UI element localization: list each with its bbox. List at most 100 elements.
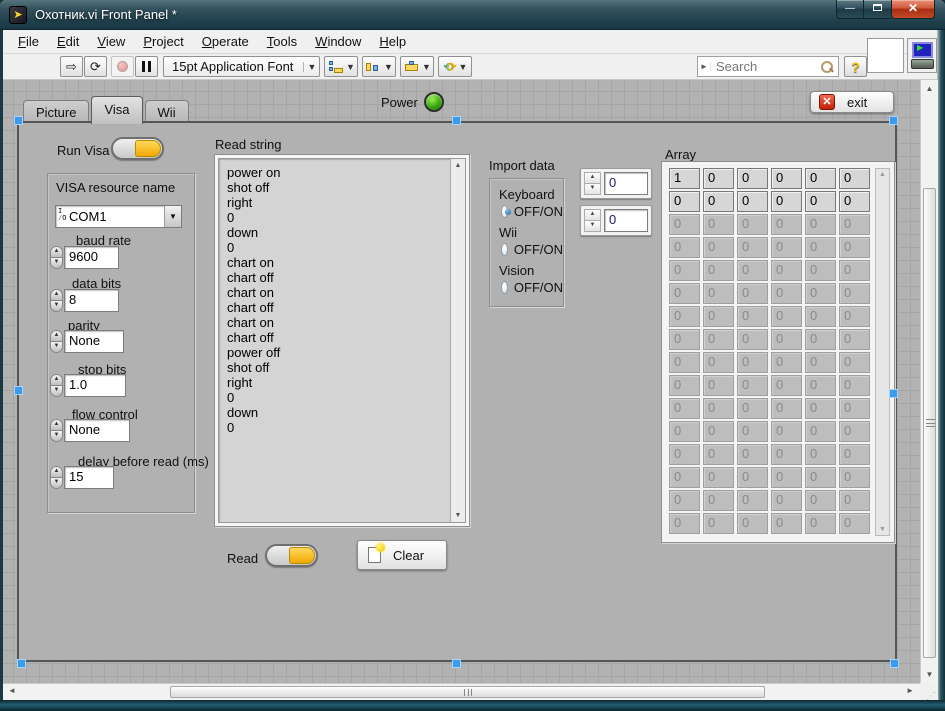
- array-cell[interactable]: 0: [771, 191, 802, 212]
- array-cell[interactable]: 0: [669, 191, 700, 212]
- stop-bits-control[interactable]: ▲▼1.0: [50, 374, 126, 397]
- import-option-wii-radio[interactable]: OFF/ON: [501, 242, 563, 257]
- resize-grip[interactable]: [920, 683, 938, 700]
- index-value-1[interactable]: 0: [604, 172, 648, 195]
- pause-button[interactable]: [135, 56, 158, 77]
- import-option-vision-radio[interactable]: OFF/ON: [501, 280, 563, 295]
- reorder-objects-button[interactable]: ⟲ ⟳ ▼: [438, 56, 472, 77]
- array-cell[interactable]: 1: [669, 168, 700, 189]
- array-cell[interactable]: 0: [737, 191, 768, 212]
- menu-item-edit[interactable]: Edit: [48, 31, 88, 52]
- array-scrollbar[interactable]: ▲ ▼: [875, 168, 890, 536]
- menu-item-tools[interactable]: Tools: [258, 31, 306, 52]
- run-button[interactable]: ⇨: [60, 56, 83, 77]
- array-cell[interactable]: 0: [805, 191, 836, 212]
- array-cell[interactable]: 0: [737, 168, 768, 189]
- index-control-1[interactable]: ▲▼ 0: [580, 168, 652, 199]
- visa-resource-value: COM1: [69, 206, 164, 227]
- exit-button[interactable]: ✕ exit: [810, 91, 894, 113]
- array-cell[interactable]: 0: [703, 191, 734, 212]
- import-option-keyboard-radio[interactable]: OFF/ON: [501, 204, 563, 219]
- run-visa-toggle[interactable]: [111, 137, 164, 160]
- menu-item-project[interactable]: Project: [134, 31, 192, 52]
- spinner-icon[interactable]: ▲▼: [50, 466, 63, 489]
- abort-button[interactable]: [111, 56, 134, 77]
- search-input[interactable]: Search: [711, 59, 820, 74]
- font-selector[interactable]: 15pt Application Font ▼: [163, 56, 320, 77]
- selection-handle[interactable]: [452, 659, 461, 668]
- array-cell: 0: [839, 375, 870, 396]
- array-cell[interactable]: 0: [839, 168, 870, 189]
- delay-before-read-ms--control[interactable]: ▲▼15: [50, 466, 114, 489]
- spinner-icon[interactable]: ▲▼: [50, 330, 63, 353]
- scroll-right-icon[interactable]: ►: [906, 686, 914, 695]
- radio-icon[interactable]: [501, 281, 508, 294]
- power-led[interactable]: [424, 92, 444, 112]
- search-box[interactable]: ► Search: [697, 56, 839, 77]
- array-cell[interactable]: 0: [805, 168, 836, 189]
- menu-item-help[interactable]: Help: [370, 31, 415, 52]
- scroll-down-icon[interactable]: ▼: [451, 512, 465, 519]
- minimize-button[interactable]: —: [836, 0, 864, 19]
- maximize-button[interactable]: [864, 0, 891, 19]
- scroll-up-icon[interactable]: ▲: [451, 162, 465, 169]
- menu-item-window[interactable]: Window: [306, 31, 370, 52]
- horizontal-scrollbar[interactable]: ◄ ►: [3, 683, 920, 700]
- vi-run-state-icon[interactable]: [907, 38, 937, 73]
- spinner-icon[interactable]: ▲▼: [584, 172, 601, 195]
- read-string-label: Read string: [215, 137, 281, 152]
- index-control-2[interactable]: ▲▼ 0: [580, 205, 652, 236]
- scroll-down-icon[interactable]: ▼: [876, 526, 889, 533]
- scroll-down-icon[interactable]: ▼: [921, 670, 938, 679]
- visa-resource-combo[interactable]: I⁄O COM1 ▼: [55, 205, 182, 228]
- resize-objects-button[interactable]: ▼: [400, 56, 434, 77]
- selection-handle[interactable]: [452, 116, 461, 125]
- scroll-up-icon[interactable]: ▲: [876, 171, 889, 178]
- align-objects-button[interactable]: ▼: [324, 56, 358, 77]
- selection-handle[interactable]: [14, 386, 23, 395]
- combo-dropdown-button[interactable]: ▼: [164, 206, 181, 227]
- tab-visa[interactable]: Visa: [91, 96, 142, 124]
- array-cell[interactable]: 0: [839, 191, 870, 212]
- selection-handle[interactable]: [14, 116, 23, 125]
- spinner-icon[interactable]: ▲▼: [584, 209, 601, 232]
- read-string-line: 0: [227, 210, 280, 225]
- scroll-left-icon[interactable]: ◄: [8, 686, 16, 695]
- spinner-icon[interactable]: ▲▼: [50, 289, 63, 312]
- title-bar: ➤ Охотник.vi Front Panel * — ✕: [0, 0, 945, 30]
- spinner-icon[interactable]: ▲▼: [50, 374, 63, 397]
- radio-icon[interactable]: [501, 205, 508, 218]
- array-cell: 0: [669, 352, 700, 373]
- index-value-2[interactable]: 0: [604, 209, 648, 232]
- array-cell: 0: [839, 421, 870, 442]
- spinner-icon[interactable]: ▲▼: [50, 419, 63, 442]
- parity-control[interactable]: ▲▼None: [50, 330, 124, 353]
- spinner-icon[interactable]: ▲▼: [50, 246, 63, 269]
- run-continuously-button[interactable]: ⟳: [84, 56, 107, 77]
- menu-item-operate[interactable]: Operate: [193, 31, 258, 52]
- menu-item-view[interactable]: View: [88, 31, 134, 52]
- selection-handle[interactable]: [889, 389, 898, 398]
- array-cell: 0: [737, 329, 768, 350]
- read-string-scrollbar[interactable]: ▲ ▼: [450, 159, 465, 522]
- data-bits-control[interactable]: ▲▼8: [50, 289, 119, 312]
- vertical-scrollbar-thumb[interactable]: [923, 188, 936, 658]
- close-button[interactable]: ✕: [891, 0, 935, 19]
- array-cell[interactable]: 0: [771, 168, 802, 189]
- read-toggle[interactable]: [265, 544, 318, 567]
- menu-item-file[interactable]: File: [9, 31, 48, 52]
- array-cell[interactable]: 0: [703, 168, 734, 189]
- selection-handle[interactable]: [889, 116, 898, 125]
- help-button[interactable]: ?: [844, 56, 867, 77]
- baud-rate-control[interactable]: ▲▼9600: [50, 246, 119, 269]
- vertical-scrollbar[interactable]: ▲ ▼: [920, 80, 938, 683]
- selection-handle[interactable]: [17, 659, 26, 668]
- flow-control-control[interactable]: ▲▼None: [50, 419, 130, 442]
- scroll-up-icon[interactable]: ▲: [921, 84, 938, 93]
- read-string-listbox[interactable]: power onshot offright0down0chart onchart…: [214, 154, 470, 527]
- selection-handle[interactable]: [890, 659, 899, 668]
- clear-button[interactable]: Clear: [357, 540, 447, 570]
- horizontal-scrollbar-thumb[interactable]: [170, 686, 765, 698]
- distribute-objects-button[interactable]: ▼: [362, 56, 396, 77]
- radio-icon[interactable]: [501, 243, 508, 256]
